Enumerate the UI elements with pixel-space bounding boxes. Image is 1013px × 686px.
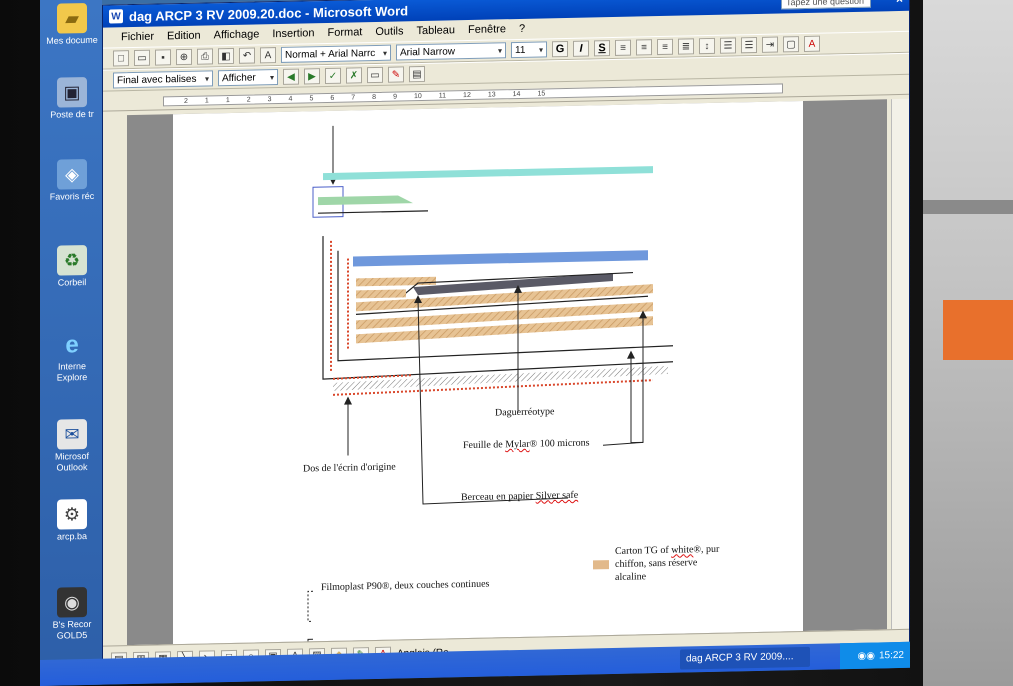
bullets-icon[interactable]: ☰ [741,36,757,54]
red-dots-1 [332,374,414,380]
shelf [923,200,1013,214]
font-color-icon[interactable]: A [804,35,820,52]
help-search-input[interactable]: Tapez une question [781,0,871,10]
desktop-icon-internet-explorer[interactable]: e Interne Explore [44,329,100,384]
desktop-icon-my-computer[interactable]: ▣ Poste de tr [44,77,100,121]
clock: 15:22 [878,649,904,661]
label-dos-ecrin: Dos de l'écrin d'origine [303,461,396,475]
align-left-icon[interactable]: ≡ [615,39,631,56]
underline-button[interactable]: S [594,40,610,57]
menu-affichage[interactable]: Affichage [214,28,260,41]
accept-change-icon[interactable]: ✓ [325,67,341,85]
cd-icon: ◉ [57,587,87,618]
menu-fichier[interactable]: Fichier [121,31,154,44]
chevron-down-icon: ▾ [497,45,502,55]
green-layer [318,195,413,206]
menu-fenetre[interactable]: Fenêtre [468,23,506,36]
menu-insertion[interactable]: Insertion [272,27,314,40]
recycle-bin-icon: ♻ [57,245,87,276]
file-icon: ⚙ [57,499,87,530]
vertical-scrollbar[interactable] [891,98,909,630]
orange-box [943,300,1013,360]
menu-tableau[interactable]: Tableau [417,24,456,37]
print-icon[interactable]: ⎙ [197,48,213,65]
numbering-icon[interactable]: ☰ [720,37,736,54]
document-area: Daguerréotype Feuille de Mylar® 100 micr… [127,99,887,652]
chevron-down-icon: ▾ [538,44,543,55]
network-icon: ◈ [57,159,87,190]
previous-change-icon[interactable]: ◀ [283,68,299,85]
computer-icon: ▣ [57,77,87,108]
desktop-icon-network[interactable]: ◈ Favoris réc [44,159,100,203]
menu-outils[interactable]: Outils [375,25,403,38]
undo-icon[interactable]: ↶ [239,47,255,64]
menu-help[interactable]: ? [519,23,525,35]
next-change-icon[interactable]: ▶ [304,68,320,85]
folder-icon: ▰ [57,3,87,34]
desktop-icon-recycle-bin[interactable]: ♻ Corbeil [44,245,100,289]
justify-icon[interactable]: ≣ [678,38,694,55]
reviewing-pane-icon[interactable]: ▤ [409,65,425,83]
window-title: dag ARCP 3 RV 2009.20.doc - Microsoft Wo… [129,2,409,24]
reject-change-icon[interactable]: ✗ [346,67,362,84]
chevron-down-icon: ▾ [204,73,209,84]
room-wall [923,0,1013,686]
taskbar-word-button[interactable]: dag ARCP 3 RV 2009.... [680,646,810,670]
chevron-down-icon: ▾ [269,72,274,82]
font-size-combo[interactable]: 11 ▾ [511,41,547,59]
teal-layer [323,166,653,181]
open-folder-icon[interactable]: ▭ [134,49,150,67]
tan-hatch-left [356,289,406,299]
align-center-icon[interactable]: ≡ [636,39,652,56]
filmoplast-swatch [307,590,313,622]
outlook-icon: ✉ [57,419,87,450]
legend-carton: Carton TG of white®, pur chiffon, sans r… [615,543,720,583]
ie-icon: e [65,330,79,358]
word-window: W dag ARCP 3 RV 2009.20.doc - Microsoft … [102,0,910,675]
indent-icon[interactable]: ⇥ [762,36,778,53]
desktop-icon-my-documents[interactable]: ▰ Mes docume [44,3,100,47]
bold-button[interactable]: G [552,40,568,58]
blue-layer [353,250,648,267]
font-combo[interactable]: Arial Narrow ▾ [396,42,506,61]
style-combo[interactable]: Normal + Arial Narrc ▾ [281,44,391,63]
border-icon[interactable]: ▢ [783,36,799,53]
save-icon[interactable]: ▪ [155,49,171,66]
permission-icon[interactable]: ⊕ [176,48,192,66]
label-daguerreotype: Daguerréotype [495,406,555,419]
arrow-head-icon [344,396,352,405]
close-icon[interactable]: × [896,0,903,6]
line-spacing-icon[interactable]: ↕ [699,37,715,55]
italic-button[interactable]: I [573,40,589,57]
desktop-icon-outlook[interactable]: ✉ Microsof Outlook [44,419,100,474]
monitor-screen: ▰ Mes docume ▣ Poste de tr ◈ Favoris réc… [40,0,910,686]
menu-edition[interactable]: Edition [167,30,201,43]
styles-pane-icon[interactable]: A [260,47,276,64]
carton-swatch [593,560,609,570]
system-tray: ◉◉ 15:22 [840,641,910,670]
word-icon: W [109,9,123,24]
new-document-icon[interactable]: □ [113,50,129,67]
menu-format[interactable]: Format [328,26,363,39]
pointer-mylar [602,314,644,446]
display-markup-combo[interactable]: Final avec balises ▾ [113,70,213,89]
arrow-head-icon [627,350,635,359]
highlight-icon[interactable]: ✎ [388,66,404,83]
insert-comment-icon[interactable]: ▭ [367,66,383,84]
chevron-down-icon: ▾ [382,48,387,58]
desktop: ▰ Mes docume ▣ Poste de tr ◈ Favoris réc… [40,0,102,686]
original-case-back [333,365,668,391]
document-page[interactable]: Daguerréotype Feuille de Mylar® 100 micr… [173,101,803,652]
black-line [318,210,428,214]
print-preview-icon[interactable]: ◧ [218,47,234,65]
desktop-icon-bs-recorder[interactable]: ◉ B's Recor GOLD5 [44,587,100,642]
show-menu-button[interactable]: Afficher ▾ [218,69,278,87]
desktop-icon-arcp[interactable]: ⚙ arcp.ba [44,499,100,543]
align-right-icon[interactable]: ≡ [657,38,673,56]
tan-hatch-small [356,276,436,287]
tray-icons[interactable]: ◉◉ [858,650,875,661]
